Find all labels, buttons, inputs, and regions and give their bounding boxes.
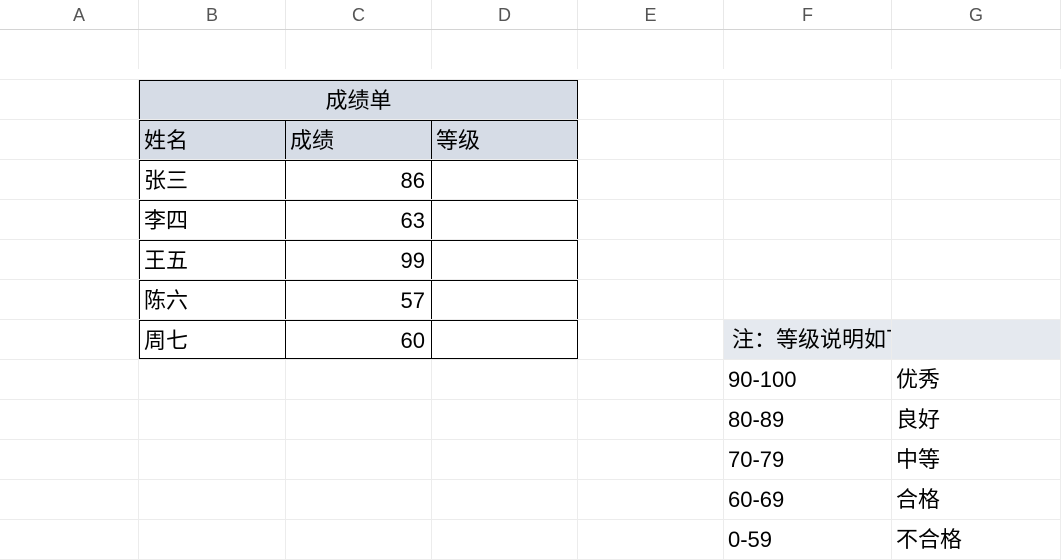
legend-label-2[interactable]: 中等 (892, 440, 1061, 479)
legend-range-4[interactable]: 0-59 (724, 520, 892, 559)
student-grade-4[interactable] (432, 320, 578, 359)
note-title-f[interactable]: 注：等级说明如下： (724, 320, 892, 359)
col-header-B[interactable]: B (139, 0, 286, 29)
cell-E4[interactable] (578, 160, 724, 199)
cell-D1[interactable] (432, 30, 578, 69)
legend-label-4[interactable]: 不合格 (892, 520, 1061, 559)
cell-G6[interactable] (892, 240, 1061, 279)
cell-E3[interactable] (578, 120, 724, 159)
legend-label-1[interactable]: 良好 (892, 400, 1061, 439)
cell-E9[interactable] (578, 360, 724, 399)
cell-E6[interactable] (578, 240, 724, 279)
cell-F3[interactable] (724, 120, 892, 159)
cell-A12[interactable] (20, 480, 139, 519)
cell-B1[interactable] (139, 30, 286, 69)
cell-B10[interactable] (139, 400, 286, 439)
student-name-2[interactable]: 王五 (139, 240, 286, 279)
cell-A4[interactable] (20, 160, 139, 199)
student-score-1[interactable]: 63 (286, 200, 432, 239)
cell-B11[interactable] (139, 440, 286, 479)
cell-C12[interactable] (286, 480, 432, 519)
student-name-1[interactable]: 李四 (139, 200, 286, 239)
cell-B12[interactable] (139, 480, 286, 519)
cell-B13[interactable] (139, 520, 286, 559)
student-name-0[interactable]: 张三 (139, 160, 286, 199)
cell-G3[interactable] (892, 120, 1061, 159)
col-header-A[interactable]: A (20, 0, 139, 29)
cell-A1[interactable] (20, 30, 139, 69)
cell-A2[interactable] (20, 80, 139, 119)
cell-C1[interactable] (286, 30, 432, 69)
legend-label-3[interactable]: 合格 (892, 480, 1061, 519)
cell-E2[interactable] (578, 80, 724, 119)
student-score-2[interactable]: 99 (286, 240, 432, 279)
cell-A13[interactable] (20, 520, 139, 559)
cell-A8[interactable] (20, 320, 139, 359)
cell-A11[interactable] (20, 440, 139, 479)
cell-E7[interactable] (578, 280, 724, 319)
cell-C11[interactable] (286, 440, 432, 479)
cell-C10[interactable] (286, 400, 432, 439)
student-name-3[interactable]: 陈六 (139, 280, 286, 319)
header-name[interactable]: 姓名 (139, 120, 286, 159)
cell-E1[interactable] (578, 30, 724, 69)
cell-E10[interactable] (578, 400, 724, 439)
student-grade-3[interactable] (432, 280, 578, 319)
student-grade-0[interactable] (432, 160, 578, 199)
col-header-F[interactable]: F (724, 0, 892, 29)
student-score-3[interactable]: 57 (286, 280, 432, 319)
cell-A9[interactable] (20, 360, 139, 399)
student-score-0[interactable]: 86 (286, 160, 432, 199)
cell-G1[interactable] (892, 30, 1061, 69)
student-name-4[interactable]: 周七 (139, 320, 286, 359)
col-header-G[interactable]: G (892, 0, 1061, 29)
cell-F2[interactable] (724, 80, 892, 119)
legend-range-3[interactable]: 60-69 (724, 480, 892, 519)
cell-E12[interactable] (578, 480, 724, 519)
col-header-C[interactable]: C (286, 0, 432, 29)
cell-C9[interactable] (286, 360, 432, 399)
student-grade-1[interactable] (432, 200, 578, 239)
col-header-D[interactable]: D (432, 0, 578, 29)
legend-range-0[interactable]: 90-100 (724, 360, 892, 399)
cell-G2[interactable] (892, 80, 1061, 119)
legend-range-2[interactable]: 70-79 (724, 440, 892, 479)
cell-B9[interactable] (139, 360, 286, 399)
cell-D9[interactable] (432, 360, 578, 399)
cell-G4[interactable] (892, 160, 1061, 199)
cell-A7[interactable] (20, 280, 139, 319)
cell-A10[interactable] (20, 400, 139, 439)
cell-D11[interactable] (432, 440, 578, 479)
cell-F1[interactable] (724, 30, 892, 69)
cell-D13[interactable] (432, 520, 578, 559)
cell-E5[interactable] (578, 200, 724, 239)
title-cell[interactable]: 成绩单 (139, 80, 578, 119)
cell-D12[interactable] (432, 480, 578, 519)
cell-G7[interactable] (892, 280, 1061, 319)
cell-C13[interactable] (286, 520, 432, 559)
cell-F7[interactable] (724, 280, 892, 319)
cell-F6[interactable] (724, 240, 892, 279)
header-grade[interactable]: 等级 (432, 120, 578, 159)
cell-E13[interactable] (578, 520, 724, 559)
legend-label-0[interactable]: 优秀 (892, 360, 1061, 399)
cell-F5[interactable] (724, 200, 892, 239)
cell-G5[interactable] (892, 200, 1061, 239)
cell-A6[interactable] (20, 240, 139, 279)
student-grade-2[interactable] (432, 240, 578, 279)
cell-E11[interactable] (578, 440, 724, 479)
cell-A5[interactable] (20, 200, 139, 239)
cell-E8[interactable] (578, 320, 724, 359)
student-score-4[interactable]: 60 (286, 320, 432, 359)
legend-range-1[interactable]: 80-89 (724, 400, 892, 439)
note-title-g[interactable] (892, 320, 1061, 359)
header-score[interactable]: 成绩 (286, 120, 432, 159)
sheet-body: 成绩单 姓名 成绩 等级 张三 86 (0, 30, 1061, 560)
col-header-E[interactable]: E (578, 0, 724, 29)
spreadsheet-grid: A B C D E F G 成绩单 (0, 0, 1061, 536)
cell-F4[interactable] (724, 160, 892, 199)
column-headers: A B C D E F G (0, 0, 1061, 30)
cell-D10[interactable] (432, 400, 578, 439)
cell-A3[interactable] (20, 120, 139, 159)
